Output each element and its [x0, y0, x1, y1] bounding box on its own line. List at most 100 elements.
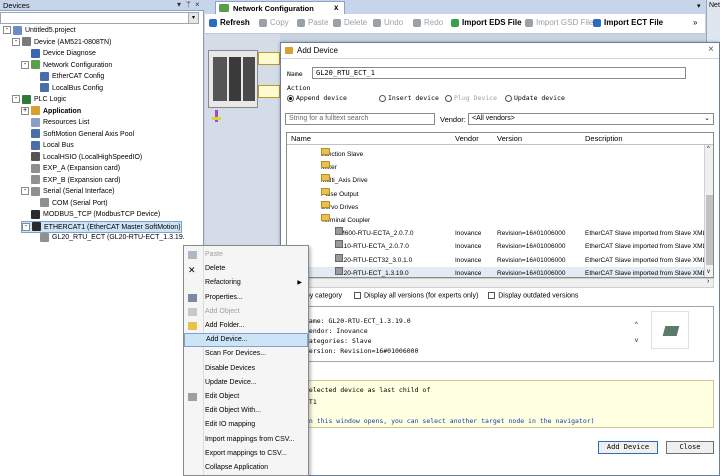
info-scroll-icon[interactable]: ^ v — [635, 321, 638, 345]
tree-item-ethercat-config[interactable]: EtherCAT Config — [30, 71, 104, 83]
menu-update-device[interactable]: Update Device... — [184, 376, 308, 390]
tab-overflow-icon[interactable]: ▾ — [697, 2, 701, 10]
panel-dropdown-icon[interactable]: ▾ — [177, 0, 181, 9]
import-ect-button[interactable]: Import ECT File — [593, 18, 663, 27]
collapse-icon[interactable]: - — [21, 60, 29, 69]
paste-button[interactable]: Paste — [297, 18, 328, 27]
device-name-input[interactable]: GL20_RTU_ECT_1 — [312, 67, 686, 79]
column-description[interactable]: Description — [585, 134, 623, 143]
undo-button[interactable]: Undo — [373, 18, 403, 27]
menu-add-folder[interactable]: Add Folder... — [184, 319, 308, 333]
plc-device-image[interactable] — [208, 50, 258, 108]
table-row[interactable]: AM600-RTU-ECTA_2.0.7.0 Inovance Revision=1… — [287, 227, 706, 240]
table-row[interactable]: +Servo Drives — [287, 200, 705, 214]
menu-collapse-application[interactable]: Collapse Application — [184, 461, 308, 475]
tree-item-ethercat1[interactable]: - ETHERCAT1 (EtherCAT Master SoftMotion) — [21, 220, 182, 233]
menu-export-mappings[interactable]: Export mappings to CSV... — [184, 447, 308, 461]
tree-item-softmotion-axis-pool[interactable]: SoftMotion General Axis Pool — [21, 129, 134, 141]
menu-scan-devices[interactable]: Scan For Devices... — [184, 347, 308, 361]
table-row[interactable]: GL20-RTU-ECT32_3.0.1.0 Inovance Revision=1… — [287, 253, 706, 267]
tree-item-network-configuration[interactable]: - Network Configuration — [21, 60, 112, 72]
import-gsd-button[interactable]: Import GSD File — [525, 18, 593, 27]
table-scrollbar[interactable]: ^ v — [704, 145, 713, 277]
menu-edit-object-with[interactable]: Edit Object With... — [184, 404, 308, 418]
tree-item-serial[interactable]: - Serial (Serial Interface) — [21, 186, 115, 198]
tree-item-plc-logic[interactable]: - PLC Logic — [12, 94, 66, 106]
menu-delete[interactable]: ✕ Delete — [184, 262, 308, 276]
display-outdated-versions-checkbox[interactable] — [488, 292, 496, 299]
tree-item-exp-b[interactable]: EXP_B (Expansion card) — [21, 175, 120, 187]
tree-item-local-bus[interactable]: Local Bus — [21, 140, 74, 152]
menu-add-device[interactable]: Add Device... — [184, 333, 308, 348]
table-row[interactable]: -Terminal Coupler — [287, 214, 705, 227]
table-row[interactable]: +Mixer — [287, 161, 705, 174]
tree-item-project[interactable]: - Untitled5.project — [3, 25, 76, 37]
radio-button[interactable] — [445, 94, 452, 102]
redo-button[interactable]: Redo — [413, 18, 443, 27]
tree-item-resources-list[interactable]: Resources List — [21, 117, 89, 129]
close-panel-icon[interactable]: × — [195, 0, 200, 9]
refresh-button[interactable]: Refresh — [209, 18, 250, 27]
column-name[interactable]: Name — [291, 134, 311, 143]
localbus-port-label[interactable] — [258, 85, 280, 98]
combo-arrow-icon[interactable]: ▾ — [188, 13, 198, 23]
insert-device-radio[interactable]: Insert device — [379, 94, 439, 102]
tab-close-icon[interactable]: x — [334, 3, 338, 12]
project-combo[interactable]: ▾ — [0, 12, 199, 24]
menu-edit-io-mapping[interactable]: Edit IO mapping — [184, 418, 308, 432]
tree-item-localhsio[interactable]: LocalHSIO (LocalHighSpeedIO) — [21, 152, 142, 164]
menu-paste[interactable]: Paste — [184, 248, 308, 262]
expand-icon[interactable]: + — [21, 106, 29, 115]
append-device-radio[interactable]: Append device — [287, 94, 347, 102]
tree-item-device-diagnose[interactable]: Device Diagnose — [21, 48, 96, 60]
scroll-down-icon[interactable]: v — [707, 269, 710, 275]
scroll-right-icon[interactable]: › — [707, 278, 709, 285]
menu-disable-devices[interactable]: Disable Devices — [184, 362, 308, 376]
tree-item-application[interactable]: + Application — [21, 106, 81, 118]
menu-add-object[interactable]: Add Object — [184, 305, 308, 319]
collapse-icon[interactable]: - — [12, 37, 20, 46]
menu-edit-object[interactable]: Edit Object — [184, 390, 308, 404]
tree-item-modbus-tcp[interactable]: MODBUS_TCP (ModbusTCP Device) — [21, 209, 160, 221]
copy-button[interactable]: Copy — [259, 18, 289, 27]
table-row[interactable]: +Pulse Output — [287, 187, 705, 201]
menu-properties[interactable]: Properties... — [184, 291, 308, 305]
scroll-up-icon[interactable]: ^ — [707, 146, 710, 152]
collapse-icon[interactable]: - — [12, 95, 20, 104]
plug-device-radio[interactable]: Plug Device — [445, 94, 497, 102]
update-device-radio[interactable]: Update device — [505, 94, 565, 102]
collapse-icon[interactable]: - — [21, 187, 29, 196]
radio-button[interactable] — [505, 94, 512, 102]
tab-network-configuration[interactable]: Network Configuration x — [215, 1, 345, 14]
import-eds-button[interactable]: Import EDS File — [451, 18, 522, 27]
table-hscrollbar[interactable]: › — [286, 278, 714, 288]
radio-button[interactable] — [379, 94, 386, 102]
chevron-down-icon[interactable]: ⌄ — [704, 114, 710, 124]
table-row[interactable]: GL10-RTU-ECTA_2.0.7.0 Inovance Revision=16… — [287, 240, 706, 253]
tree-item-gl20-rtu-ect[interactable]: GL20_RTU_ECT (GL20-RTU-ECT_1.3.19. — [30, 232, 185, 244]
delete-button[interactable]: Delete — [333, 18, 367, 27]
scroll-thumb[interactable] — [706, 195, 713, 265]
tree-item-device[interactable]: - Device (AM521-0808TN) — [12, 37, 111, 49]
display-all-versions-checkbox[interactable] — [353, 292, 361, 299]
table-row[interactable]: +Junction Slave — [287, 148, 705, 161]
collapse-icon[interactable]: - — [22, 222, 30, 231]
column-vendor[interactable]: Vendor — [455, 134, 479, 143]
collapse-icon[interactable]: - — [3, 26, 11, 35]
ethercat-port-label[interactable] — [258, 52, 280, 65]
toolbar-overflow-icon[interactable]: » — [693, 18, 697, 27]
table-row[interactable]: GL20-RTU-ECT_1.3.19.0 Inovance Revision=16… — [287, 266, 706, 277]
menu-refactoring[interactable]: Refactoring ▶ — [184, 276, 308, 290]
close-button[interactable]: Close — [666, 441, 714, 454]
radio-button[interactable] — [287, 94, 294, 102]
table-row[interactable]: +Multi_Axis Drive — [287, 174, 705, 187]
vendor-select[interactable]: <All vendors> ⌄ — [468, 113, 714, 125]
add-device-button[interactable]: Add Device — [598, 441, 658, 454]
tree-item-localbus-config[interactable]: LocalBus Config — [30, 83, 103, 95]
column-version[interactable]: Version — [497, 134, 522, 143]
tree-item-com[interactable]: COM (Serial Port) — [30, 198, 108, 210]
pin-icon[interactable]: ᛘ — [186, 0, 191, 9]
fulltext-search-input[interactable]: String for a fulltext search — [285, 113, 435, 125]
menu-import-mappings[interactable]: Import mappings from CSV... — [184, 433, 308, 447]
dialog-close-icon[interactable]: × — [708, 44, 714, 55]
